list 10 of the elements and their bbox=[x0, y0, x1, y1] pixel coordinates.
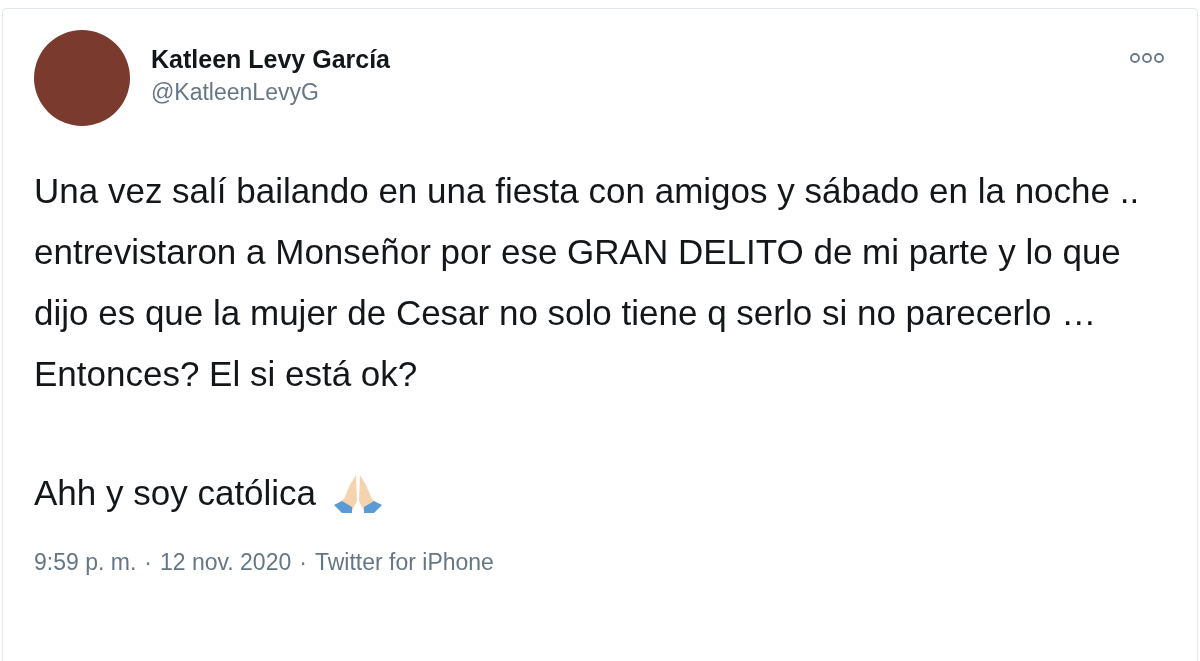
author-handle[interactable]: @KatleenLevyG bbox=[151, 75, 390, 109]
tweet-text: Ahh y soy católica bbox=[34, 472, 317, 514]
tweet-time[interactable]: 9:59 p. m. bbox=[34, 545, 137, 580]
tweet-text: Una vez salí bailando en una fiesta con amigos y sábado en la noche .. entrevistaron a Monseñor por ese GRAN DELITO de mi parte y lo que dijo es que la mujer de Cesar no solo tiene q serlo si no parecerlo … Entonces? El si está ok? bbox=[34, 170, 1141, 395]
tweet-source[interactable]: Twitter for iPhone bbox=[314, 545, 494, 580]
separator-dot: · bbox=[144, 548, 152, 577]
tweet-date[interactable]: 12 nov. 2020 bbox=[159, 545, 292, 580]
more-icon[interactable] bbox=[1130, 52, 1164, 64]
author-name[interactable]: Katleen Levy García bbox=[151, 43, 390, 75]
separator-dot: · bbox=[299, 548, 307, 577]
